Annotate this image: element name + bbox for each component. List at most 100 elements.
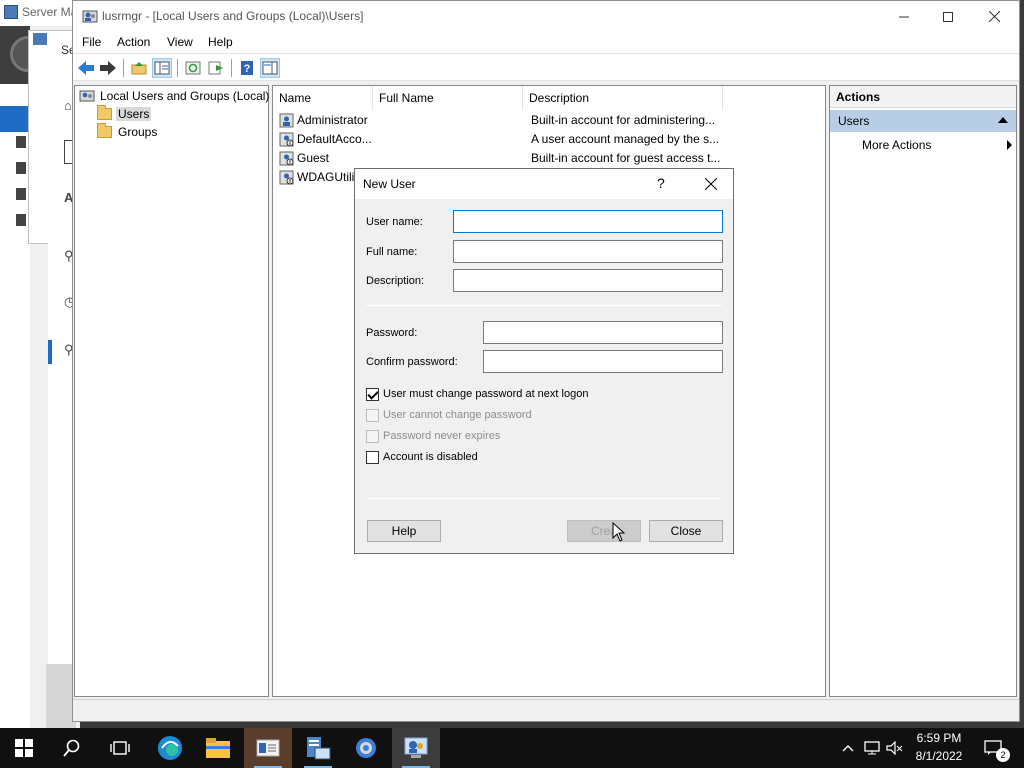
lusrmgr-icon xyxy=(256,739,280,757)
table-row[interactable]: Administrator Built-in account for admin… xyxy=(277,111,823,130)
dialog-close-action-button[interactable]: Close xyxy=(649,520,723,542)
checkbox-label: Account is disabled xyxy=(383,451,478,463)
network-button[interactable] xyxy=(860,728,882,768)
export-list-icon xyxy=(208,61,223,75)
window-titlebar[interactable]: lusrmgr - [Local Users and Groups (Local… xyxy=(73,1,1019,32)
tree-item-users[interactable]: Users xyxy=(97,105,152,123)
lusrmgr-taskbar-button[interactable] xyxy=(244,728,292,768)
server-manager-logo-icon xyxy=(4,5,18,19)
up-one-level-button[interactable] xyxy=(129,58,149,78)
sm-nav-roles-icon[interactable] xyxy=(16,214,26,226)
lusrmgr-app-icon xyxy=(82,10,98,23)
sm-nav-dashboard-selected[interactable] xyxy=(0,106,30,132)
fullname-field[interactable] xyxy=(453,240,723,263)
tree-item-root[interactable]: Local Users and Groups (Local) xyxy=(79,87,271,105)
refresh-icon xyxy=(185,61,201,75)
network-icon xyxy=(864,741,880,755)
sm-nav-storage-icon[interactable] xyxy=(16,188,26,200)
toolbar-separator xyxy=(231,59,232,77)
toolbar-separator xyxy=(177,59,178,77)
server-manager-titlebar[interactable]: Server Ma xyxy=(0,0,80,26)
start-button[interactable] xyxy=(0,728,48,768)
column-header-name[interactable]: Name xyxy=(273,86,373,110)
password-label: Password: xyxy=(366,327,418,339)
back-button[interactable] xyxy=(76,58,96,78)
file-explorer-button[interactable] xyxy=(194,728,242,768)
collapse-up-icon[interactable] xyxy=(998,117,1008,123)
create-button[interactable]: Crea xyxy=(567,520,641,542)
must-change-password-checkbox[interactable]: User must change password at next logon xyxy=(366,386,588,402)
clock-date[interactable]: 8/1/2022 xyxy=(910,749,968,763)
user-description-cell: Built-in account for administering... xyxy=(531,113,716,127)
help-button[interactable]: Help xyxy=(367,520,441,542)
toolbar: ? xyxy=(73,53,1019,81)
server-manager-icon xyxy=(307,737,331,760)
password-field[interactable] xyxy=(483,321,723,344)
actions-section-users[interactable]: Users xyxy=(830,110,1016,132)
start-icon xyxy=(15,739,33,757)
confirm-password-label: Confirm password: xyxy=(366,356,458,368)
show-hide-action-pane-button[interactable] xyxy=(260,58,280,78)
action-more-actions[interactable]: More Actions xyxy=(862,138,1014,152)
dialog-close-button[interactable] xyxy=(697,172,725,196)
chevron-up-icon xyxy=(842,745,854,752)
tree-item-groups[interactable]: Groups xyxy=(97,123,159,141)
minimize-button[interactable] xyxy=(881,1,927,32)
submenu-arrow-icon xyxy=(1007,140,1012,150)
maximize-button[interactable] xyxy=(925,1,971,32)
show-hide-tree-button[interactable] xyxy=(152,58,172,78)
user-account-icon xyxy=(279,113,294,128)
table-row[interactable]: Guest Built-in account for guest access … xyxy=(277,149,823,168)
clock-time[interactable]: 6:59 PM xyxy=(910,731,968,745)
menu-file[interactable]: File xyxy=(82,35,101,49)
volume-muted-icon xyxy=(886,741,903,755)
computer-users-icon xyxy=(79,90,95,101)
sm-nav-servers-icon[interactable] xyxy=(16,162,26,174)
maximize-icon xyxy=(943,11,953,22)
user-name-cell: Administrator xyxy=(297,113,368,127)
checkbox-checked-icon[interactable] xyxy=(366,387,379,401)
close-button[interactable] xyxy=(971,1,1017,32)
account-disabled-checkbox[interactable]: Account is disabled xyxy=(366,449,478,465)
description-field[interactable] xyxy=(453,269,723,292)
context-help-button[interactable]: ? xyxy=(657,175,665,191)
actions-header: Actions xyxy=(830,86,1016,108)
mouse-pointer-icon xyxy=(612,522,626,542)
table-row[interactable]: DefaultAcco... A user account managed by… xyxy=(277,130,823,149)
help-toolbar-button[interactable]: ? xyxy=(237,58,257,78)
window-title: lusrmgr - [Local Users and Groups (Local… xyxy=(102,9,364,23)
disabled-user-account-icon xyxy=(279,151,294,166)
sm-nav-server-icon[interactable] xyxy=(16,136,26,148)
computer-management-icon xyxy=(404,737,428,758)
menu-action[interactable]: Action xyxy=(117,35,150,49)
settings-icon xyxy=(356,738,376,758)
show-hidden-icons-button[interactable] xyxy=(838,728,858,768)
checkbox-unchecked-icon[interactable] xyxy=(366,450,379,464)
edge-button[interactable] xyxy=(146,728,194,768)
server-manager-taskbar-button[interactable] xyxy=(294,728,342,768)
server-manager-nav xyxy=(0,84,30,728)
new-user-dialog: New User ? User name: Full name: Descrip… xyxy=(354,168,734,554)
username-field[interactable] xyxy=(453,210,723,233)
computer-management-taskbar-button[interactable] xyxy=(392,728,440,768)
export-list-button[interactable] xyxy=(206,58,226,78)
task-view-button[interactable] xyxy=(96,728,144,768)
confirm-password-field[interactable] xyxy=(483,350,723,373)
column-header-description[interactable]: Description xyxy=(523,86,723,110)
forward-button[interactable] xyxy=(98,58,118,78)
menu-view[interactable]: View xyxy=(167,35,193,49)
settings-button[interactable] xyxy=(342,728,390,768)
search-button[interactable] xyxy=(48,728,96,768)
taskbar: 6:59 PM 8/1/2022 xyxy=(0,728,1024,768)
dialog-title: New User xyxy=(363,177,416,191)
user-name-cell: Guest xyxy=(297,151,330,165)
dialog-divider xyxy=(366,498,722,499)
checkbox-disabled-icon xyxy=(366,429,379,443)
refresh-button[interactable] xyxy=(183,58,203,78)
dialog-titlebar[interactable]: New User ? xyxy=(355,169,733,199)
console-tree: Local Users and Groups (Local) Users Gro… xyxy=(74,85,269,697)
volume-button[interactable] xyxy=(884,728,906,768)
column-header-full-name[interactable]: Full Name xyxy=(373,86,523,110)
menu-help[interactable]: Help xyxy=(208,35,233,49)
status-bar xyxy=(73,699,1019,721)
